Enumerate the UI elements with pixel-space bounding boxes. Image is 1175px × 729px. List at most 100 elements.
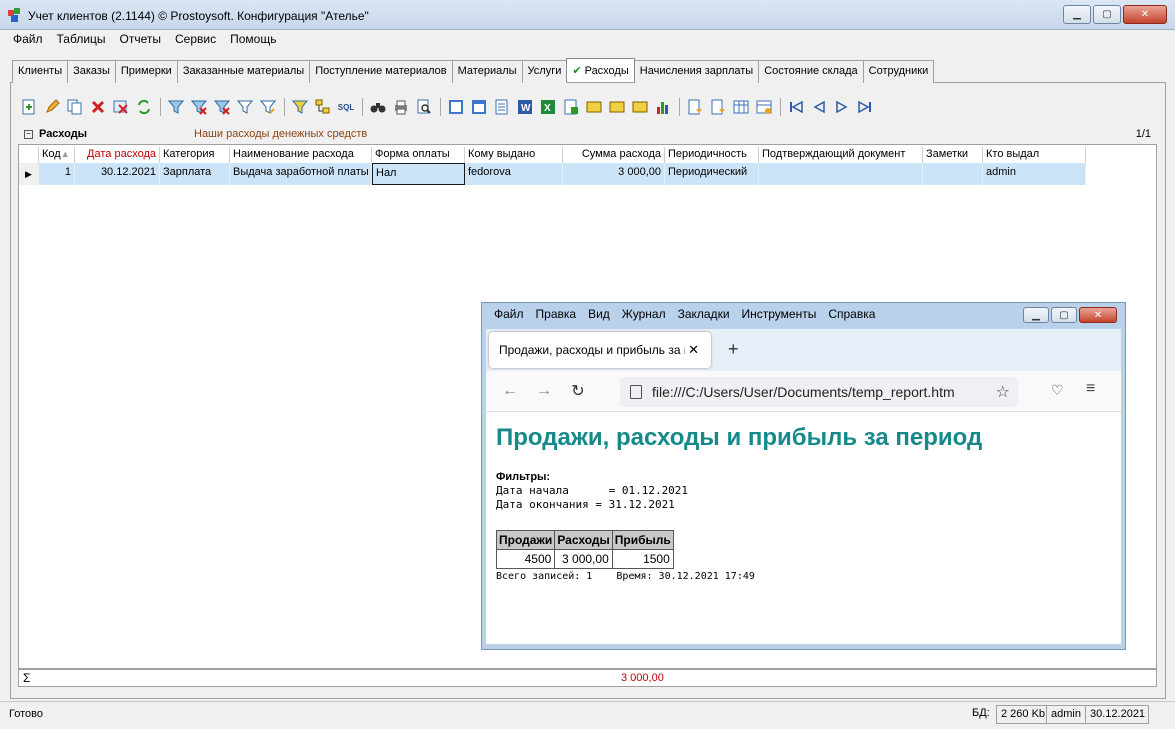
refresh-icon[interactable] <box>135 98 153 116</box>
tab-ordered-materials[interactable]: Заказанные материалы <box>176 60 311 83</box>
export-word-icon[interactable]: W <box>516 98 534 116</box>
minimize-button[interactable]: ▁ <box>1063 5 1091 24</box>
sql-icon[interactable]: SQL <box>337 98 355 116</box>
browser-minimize-button[interactable]: ▁ <box>1023 307 1049 323</box>
print-icon[interactable] <box>392 98 410 116</box>
browser-menu-view[interactable]: Вид <box>582 307 616 321</box>
cell-name[interactable]: Выдача заработной платы <box>230 163 372 185</box>
export-icon-6[interactable] <box>608 98 626 116</box>
new-tab-icon[interactable]: + <box>728 339 739 360</box>
pocket-icon[interactable]: ♡ <box>1051 382 1064 399</box>
filter-edit-icon[interactable] <box>259 98 277 116</box>
filter-setup-icon[interactable] <box>236 98 254 116</box>
col-header-periodicity[interactable]: Периодичность <box>665 147 759 163</box>
col-header-notes[interactable]: Заметки <box>923 147 983 163</box>
export-icon-3[interactable] <box>493 98 511 116</box>
filter-clear-icon[interactable] <box>190 98 208 116</box>
export-icon-5[interactable] <box>585 98 603 116</box>
back-icon[interactable]: ← <box>500 382 520 400</box>
tab-salary[interactable]: Начисления зарплаты <box>633 60 760 83</box>
export-icon-1[interactable] <box>447 98 465 116</box>
chart-icon[interactable] <box>654 98 672 116</box>
last-record-icon[interactable] <box>856 98 874 116</box>
filter-remove-icon[interactable] <box>213 98 231 116</box>
browser-tab[interactable]: Продажи, расходы и прибыль за п ✕ <box>489 332 711 368</box>
col-header-amount[interactable]: Сумма расхода <box>563 147 665 163</box>
tab-expenses[interactable]: ✔ Расходы <box>566 58 635 82</box>
binoculars-icon[interactable] <box>369 98 387 116</box>
tab-services[interactable]: Услуги <box>521 60 568 83</box>
browser-menu-help[interactable]: Справка <box>822 307 881 321</box>
browser-close-button[interactable]: ✕ <box>1079 307 1117 323</box>
url-bar[interactable]: file:///C:/Users/User/Documents/temp_rep… <box>620 377 1018 407</box>
collapse-icon[interactable]: − <box>24 129 33 139</box>
export-icon-2[interactable] <box>470 98 488 116</box>
columns-icon[interactable] <box>732 98 750 116</box>
bookmark-star-icon[interactable]: ☆ <box>996 382 1010 402</box>
browser-menu-bookmarks[interactable]: Закладки <box>672 307 736 321</box>
menu-service[interactable]: Сервис <box>168 30 223 48</box>
tree-icon[interactable] <box>314 98 332 116</box>
filter-icon[interactable] <box>167 98 185 116</box>
next-record-icon[interactable] <box>833 98 851 116</box>
delete-icon[interactable] <box>89 98 107 116</box>
browser-menu-file[interactable]: Файл <box>488 307 530 321</box>
col-header-issued-by[interactable]: Кто выдал <box>983 147 1086 163</box>
browser-menu-edit[interactable]: Правка <box>530 307 583 321</box>
col-header-date[interactable]: Дата расхода <box>75 147 160 163</box>
report-table: Продажи Расходы Прибыль 4500 3 000,00 15… <box>495 530 674 569</box>
col-header-recipient[interactable]: Кому выдано <box>465 147 563 163</box>
hamburger-menu-icon[interactable]: ≡ <box>1086 380 1095 398</box>
tab-orders[interactable]: Заказы <box>67 60 116 83</box>
sort-icon-2[interactable] <box>709 98 727 116</box>
col-header-category[interactable]: Категория <box>160 147 230 163</box>
first-record-icon[interactable] <box>787 98 805 116</box>
maximize-button[interactable]: ▢ <box>1093 5 1121 24</box>
reload-icon[interactable]: ↻ <box>568 381 588 401</box>
menu-help[interactable]: Помощь <box>223 30 283 48</box>
cell-document[interactable] <box>759 163 923 185</box>
settings-table-icon[interactable] <box>755 98 773 116</box>
delete-all-icon[interactable] <box>112 98 130 116</box>
export-icon-7[interactable] <box>631 98 649 116</box>
export-icon-4[interactable] <box>562 98 580 116</box>
cell-recipient[interactable]: fedorova <box>465 163 563 185</box>
print-preview-icon[interactable] <box>415 98 433 116</box>
forward-icon[interactable]: → <box>534 382 554 400</box>
cell-amount[interactable]: 3 000,00 <box>563 163 665 185</box>
close-tab-icon[interactable]: ✕ <box>688 342 699 358</box>
tab-employees[interactable]: Сотрудники <box>862 60 935 83</box>
cell-issued-by[interactable]: admin <box>983 163 1086 185</box>
browser-maximize-button[interactable]: ▢ <box>1051 307 1077 323</box>
menu-reports[interactable]: Отчеты <box>113 30 168 48</box>
table-row[interactable]: ▶ 1 30.12.2021 Зарплата Выдача заработно… <box>19 163 1086 185</box>
sort-icon-1[interactable] <box>686 98 704 116</box>
col-header-name[interactable]: Наименование расхода <box>230 147 372 163</box>
cell-category[interactable]: Зарплата <box>160 163 230 185</box>
add-record-icon[interactable] <box>20 98 38 116</box>
copy-icon[interactable] <box>66 98 84 116</box>
cell-date[interactable]: 30.12.2021 <box>75 163 160 185</box>
tab-stock-status[interactable]: Состояние склада <box>758 60 864 83</box>
title-bar: Учет клиентов (2.1144) © Prostoysoft. Ко… <box>0 0 1175 30</box>
cell-payment[interactable]: Нал <box>372 163 465 185</box>
tab-material-receipts[interactable]: Поступление материалов <box>309 60 453 83</box>
edit-icon[interactable] <box>43 98 61 116</box>
col-header-document[interactable]: Подтверждающий документ <box>759 147 923 163</box>
browser-menu-tools[interactable]: Инструменты <box>736 307 823 321</box>
tab-clients[interactable]: Клиенты <box>12 60 69 83</box>
browser-menu-history[interactable]: Журнал <box>616 307 672 321</box>
cell-code[interactable]: 1 <box>39 163 75 185</box>
group-icon[interactable] <box>291 98 309 116</box>
close-button[interactable]: ✕ <box>1123 5 1167 24</box>
col-header-code[interactable]: Код▲ <box>39 147 75 163</box>
tab-fittings[interactable]: Примерки <box>114 60 178 83</box>
export-excel-icon[interactable]: X <box>539 98 557 116</box>
menu-tables[interactable]: Таблицы <box>50 30 113 48</box>
prev-record-icon[interactable] <box>810 98 828 116</box>
cell-periodicity[interactable]: Периодический <box>665 163 759 185</box>
cell-notes[interactable] <box>923 163 983 185</box>
col-header-payment[interactable]: Форма оплаты <box>372 147 465 163</box>
menu-file[interactable]: Файл <box>6 30 50 48</box>
tab-materials[interactable]: Материалы <box>451 60 523 83</box>
